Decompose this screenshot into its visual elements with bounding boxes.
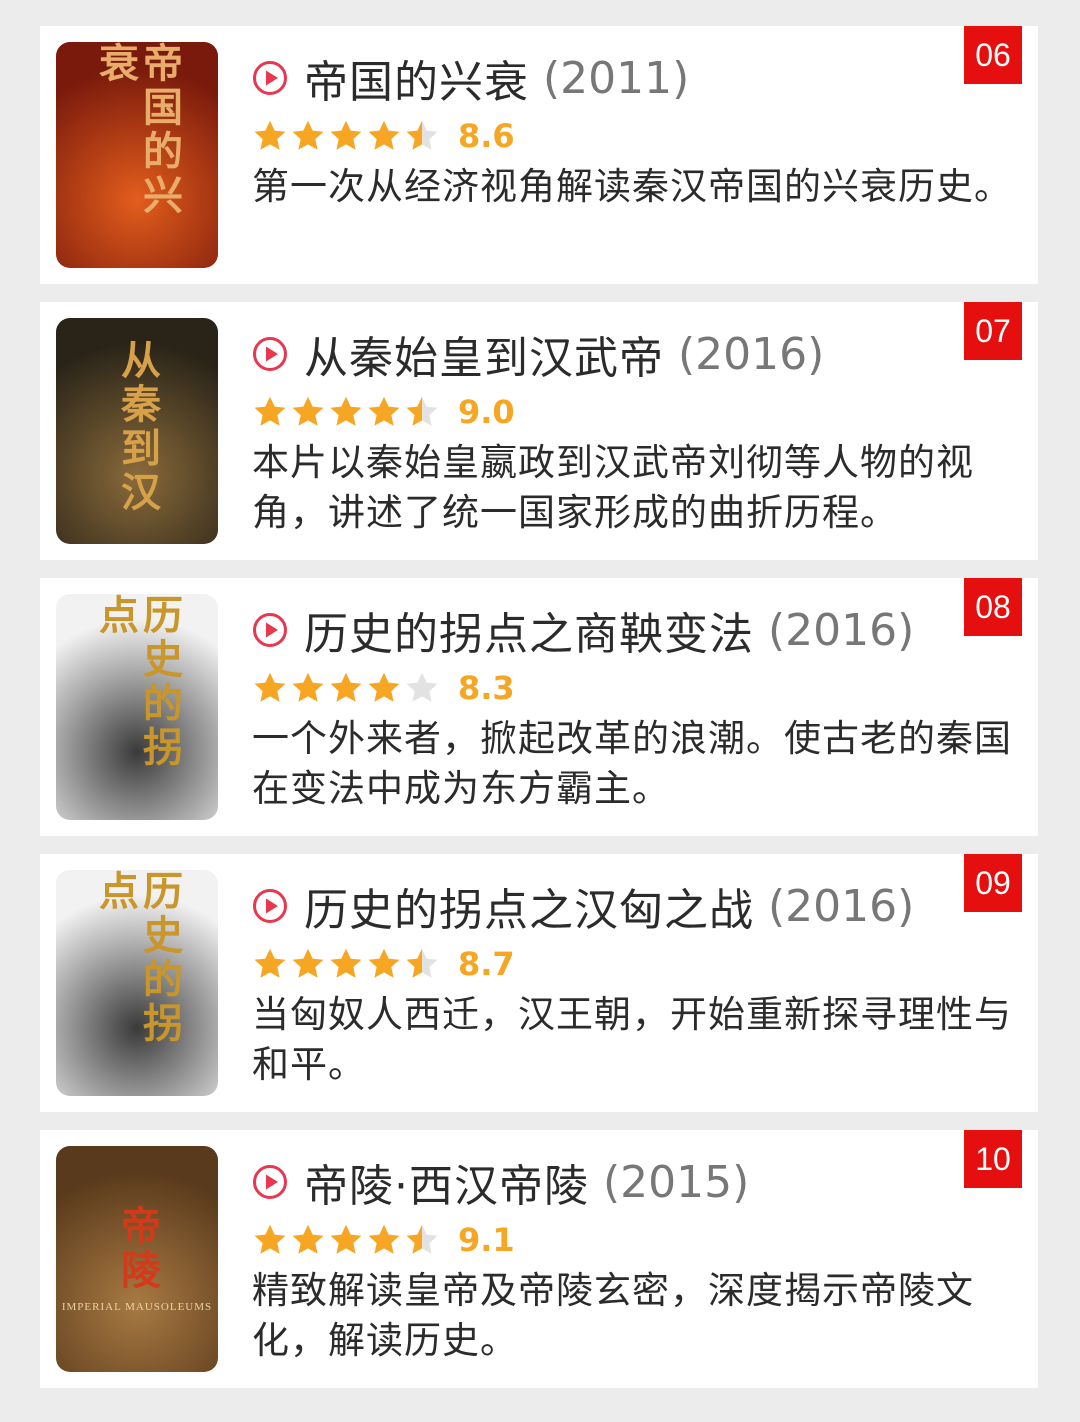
star-icon bbox=[254, 948, 286, 978]
rating-score: 8.7 bbox=[458, 945, 515, 983]
star-icon bbox=[406, 948, 438, 978]
star-icon bbox=[330, 948, 362, 978]
documentary-title[interactable]: 帝国的兴衰 bbox=[304, 46, 529, 110]
title-row: 历史的拐点之汉匈之战 (2016) bbox=[252, 874, 914, 938]
rank-badge: 07 bbox=[964, 302, 1022, 360]
star-icon bbox=[254, 120, 286, 150]
play-circle-icon[interactable] bbox=[252, 60, 288, 96]
star-icon bbox=[368, 672, 400, 702]
star-rating bbox=[252, 1222, 442, 1258]
documentary-description: 一个外来者，掀起改革的浪潮。使古老的秦国在变法中成为东方霸主。 bbox=[252, 717, 1012, 810]
star-icon bbox=[368, 396, 400, 426]
documentary-description: 本片以秦始皇嬴政到汉武帝刘彻等人物的视角，讲述了统一国家形成的曲折历程。 bbox=[252, 441, 974, 534]
rating-score: 9.1 bbox=[458, 1221, 515, 1259]
release-year: (2016) bbox=[768, 604, 915, 656]
documentary-card[interactable]: 历史的拐点 历史的拐点之商鞅变法 (2016) 8.3 一个外来者，掀起改革的浪… bbox=[40, 578, 1038, 836]
poster-title: 历史的拐点 bbox=[92, 870, 183, 1046]
star-icon bbox=[254, 672, 286, 702]
rank-badge: 08 bbox=[964, 578, 1022, 636]
star-icon bbox=[330, 672, 362, 702]
documentary-description: 第一次从经济视角解读秦汉帝国的兴衰历史。 bbox=[252, 165, 1012, 208]
star-icon bbox=[330, 1224, 362, 1254]
play-circle-icon[interactable] bbox=[252, 612, 288, 648]
documentary-title[interactable]: 历史的拐点之汉匈之战 bbox=[304, 874, 754, 938]
star-rating bbox=[252, 394, 442, 430]
star-icon bbox=[254, 396, 286, 426]
play-circle-icon[interactable] bbox=[252, 336, 288, 372]
star-icon bbox=[292, 672, 324, 702]
documentary-title[interactable]: 帝陵·西汉帝陵 bbox=[304, 1150, 589, 1214]
release-year: (2016) bbox=[678, 328, 825, 380]
documentary-description: 精致解读皇帝及帝陵玄密，深度揭示帝陵文化，解读历史。 bbox=[252, 1269, 974, 1362]
poster-title: 历史的拐点 bbox=[92, 594, 183, 770]
star-icon bbox=[368, 1224, 400, 1254]
star-icon bbox=[292, 120, 324, 150]
title-row: 帝陵·西汉帝陵 (2015) bbox=[252, 1150, 749, 1214]
poster-image[interactable]: 帝陵 IMPERIAL MAUSOLEUMS bbox=[56, 1146, 218, 1372]
rank-badge: 10 bbox=[964, 1130, 1022, 1188]
star-icon bbox=[292, 948, 324, 978]
poster-image[interactable]: 历史的拐点 bbox=[56, 594, 218, 820]
rank-badge: 06 bbox=[964, 26, 1022, 84]
release-year: (2016) bbox=[768, 880, 915, 932]
rating-row: 8.6 bbox=[252, 116, 515, 156]
star-rating bbox=[252, 670, 442, 706]
documentary-card[interactable]: 帝陵 IMPERIAL MAUSOLEUMS 帝陵·西汉帝陵 (2015) 9.… bbox=[40, 1130, 1038, 1388]
release-year: (2015) bbox=[603, 1156, 750, 1208]
release-year: (2011) bbox=[543, 52, 690, 104]
rating-row: 9.0 bbox=[252, 392, 515, 432]
title-row: 帝国的兴衰 (2011) bbox=[252, 46, 689, 110]
play-circle-icon[interactable] bbox=[252, 1164, 288, 1200]
star-icon bbox=[330, 396, 362, 426]
title-row: 历史的拐点之商鞅变法 (2016) bbox=[252, 598, 914, 662]
documentary-title[interactable]: 从秦始皇到汉武帝 bbox=[304, 322, 664, 386]
rank-badge: 09 bbox=[964, 854, 1022, 912]
star-icon bbox=[254, 1224, 286, 1254]
star-icon bbox=[292, 1224, 324, 1254]
rating-score: 8.6 bbox=[458, 117, 515, 155]
poster-image[interactable]: 历史的拐点 bbox=[56, 870, 218, 1096]
rating-score: 9.0 bbox=[458, 393, 515, 431]
rating-score: 8.3 bbox=[458, 669, 515, 707]
star-icon bbox=[406, 672, 438, 702]
star-rating bbox=[252, 946, 442, 982]
documentary-card[interactable]: 帝国的兴衰 帝国的兴衰 (2011) 8.6 第一次从经济视角解读秦汉帝国的兴衰… bbox=[40, 26, 1038, 284]
poster-subtitle: IMPERIAL MAUSOLEUMS bbox=[61, 1301, 213, 1313]
rating-row: 9.1 bbox=[252, 1220, 515, 1260]
documentary-title[interactable]: 历史的拐点之商鞅变法 bbox=[304, 598, 754, 662]
poster-title: 从秦到汉 bbox=[114, 339, 161, 515]
star-icon bbox=[368, 120, 400, 150]
rating-row: 8.7 bbox=[252, 944, 515, 984]
star-icon bbox=[292, 396, 324, 426]
star-icon bbox=[406, 120, 438, 150]
star-icon bbox=[406, 1224, 438, 1254]
play-circle-icon[interactable] bbox=[252, 888, 288, 924]
star-icon bbox=[330, 120, 362, 150]
star-icon bbox=[406, 396, 438, 426]
poster-title: 帝国的兴衰 bbox=[92, 42, 183, 218]
documentary-card[interactable]: 历史的拐点 历史的拐点之汉匈之战 (2016) 8.7 当匈奴人西迁，汉王朝，开… bbox=[40, 854, 1038, 1112]
documentary-description: 当匈奴人西迁，汉王朝，开始重新探寻理性与和平。 bbox=[252, 993, 1012, 1086]
poster-image[interactable]: 从秦到汉 bbox=[56, 318, 218, 544]
poster-image[interactable]: 帝国的兴衰 bbox=[56, 42, 218, 268]
poster-title: 帝陵 bbox=[114, 1205, 161, 1293]
star-rating bbox=[252, 118, 442, 154]
star-icon bbox=[368, 948, 400, 978]
title-row: 从秦始皇到汉武帝 (2016) bbox=[252, 322, 824, 386]
documentary-card[interactable]: 从秦到汉 从秦始皇到汉武帝 (2016) 9.0 本片以秦始皇嬴政到汉武帝刘彻等… bbox=[40, 302, 1038, 560]
rating-row: 8.3 bbox=[252, 668, 515, 708]
